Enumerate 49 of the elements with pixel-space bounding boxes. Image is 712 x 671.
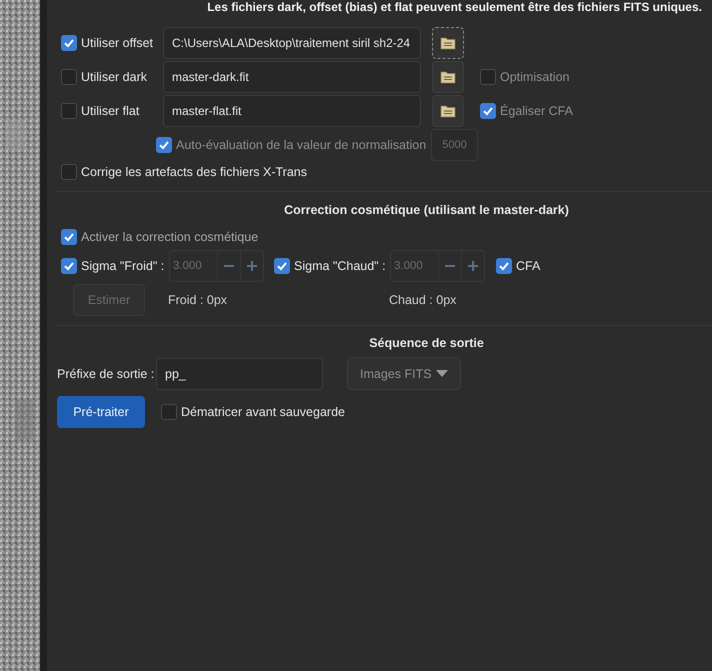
section-title: Séquence de sortie [368,336,485,351]
checkbox-label: Dématricer avant sauvegarde [181,405,345,419]
checkbox-label: Égaliser CFA [500,104,573,118]
folder-button[interactable] [432,61,464,93]
checkbox-label: CFA [516,259,540,273]
notice-text: Les fichiers dark, offset (bias) et flat peuvent seulement être des fichiers FITS uniques. [206,0,703,14]
checkbox[interactable] [274,258,290,274]
checkbox-label: Activer la correction cosmétique [81,230,258,244]
reading-text: Chaud : 0px [389,293,456,307]
checkbox-label: Corrige les artefacts des fichiers X-Trans [81,165,308,179]
check-icon [63,231,75,243]
section-title: Correction cosmétique (utilisant le master-dark) [283,203,570,218]
checkbox[interactable] [61,69,77,85]
check-icon [63,37,75,49]
checkbox-label: Utiliser flat [81,104,140,118]
checkbox-label: Auto-évaluation de la valeur de normalisation [176,138,426,152]
path-field[interactable]: master-flat.fit [163,95,421,127]
checkbox[interactable] [61,164,77,180]
checkbox-label: Utiliser offset [81,36,154,50]
path-field[interactable]: C:\Users\ALA\Desktop\traitement siril sh2-24 [163,27,421,59]
checkbox-label: Sigma "Chaud" : [294,259,386,273]
folder-icon [440,104,456,118]
checkbox[interactable] [61,258,77,274]
checkbox-label: Sigma "Froid" : [81,259,164,273]
plus-icon [467,260,479,272]
check-icon [158,139,170,151]
spin-value: 3.000 [393,260,424,272]
checkbox-label: Utiliser dark [81,70,147,84]
checkbox-label: Optimisation [500,70,570,84]
check-icon [63,260,75,272]
prefix-field[interactable]: pp_ [156,358,323,390]
run-button[interactable]: Pré-traiter [57,396,145,428]
plus-icon [246,260,258,272]
check-icon [276,260,288,272]
checkbox[interactable] [161,404,177,420]
folder-button[interactable] [432,27,464,59]
checkbox[interactable] [61,103,77,119]
folder-icon [440,70,456,84]
check-icon [498,260,510,272]
folder-icon [440,36,456,50]
field-label: Préfixe de sortie : [57,366,156,380]
check-icon [482,105,494,117]
checkbox[interactable] [61,35,77,51]
folder-button[interactable] [432,95,464,127]
spin-value: 3.000 [172,260,203,272]
caret-icon [436,370,448,377]
reading-text: Froid : 0px [168,293,228,307]
path-field[interactable]: master-dark.fit [163,61,421,93]
checkbox[interactable] [496,258,512,274]
